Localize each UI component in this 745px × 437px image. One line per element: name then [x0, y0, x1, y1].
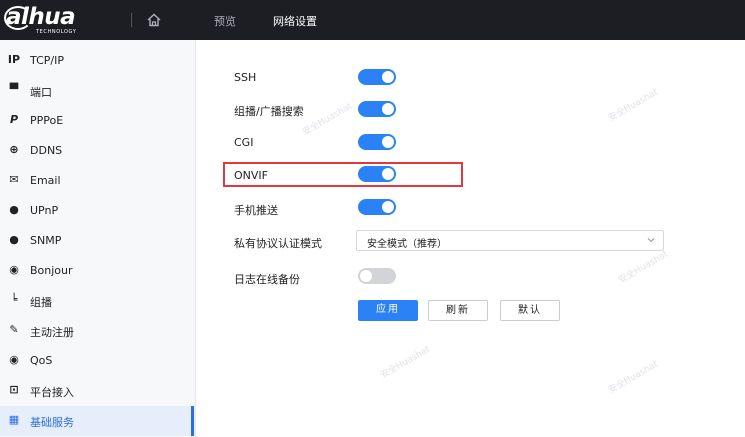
- onvif-label: ONVIF: [234, 169, 268, 182]
- sidebar-item-label: 平台接入: [30, 386, 74, 399]
- ssh-label: SSH: [234, 71, 257, 84]
- sidebar-item-ddns[interactable]: ⊕ DDNS: [0, 136, 196, 166]
- sidebar-item-label: 基础服务: [30, 416, 74, 429]
- sidebar-item-label: TCP/IP: [30, 54, 64, 67]
- grid-icon: ▦: [8, 413, 20, 426]
- default-button[interactable]: 默认: [500, 300, 560, 321]
- sidebar-item-label: DDNS: [30, 144, 63, 157]
- home-icon[interactable]: [146, 12, 162, 28]
- watermark-text: 安全Huashat: [606, 359, 660, 396]
- qos-icon: ◉: [9, 353, 19, 366]
- sidebar-item-label: 主动注册: [30, 326, 74, 339]
- ip-icon: IP: [7, 53, 21, 66]
- sidebar-item-qos[interactable]: ◉ QoS: [0, 346, 196, 376]
- sidebar-item-label: QoS: [30, 354, 53, 367]
- auth-mode-value: 安全模式（推荐）: [367, 239, 447, 250]
- cgi-toggle[interactable]: [358, 134, 396, 150]
- sidebar-item-label: Bonjour: [30, 264, 73, 277]
- sidebar-item-label: 端口: [30, 86, 52, 99]
- log-backup-toggle[interactable]: [358, 268, 396, 284]
- sidebar-item-basic-services[interactable]: ▦ 基础服务: [0, 406, 196, 436]
- cgi-label: CGI: [234, 136, 254, 149]
- sidebar-item-label: 组播: [30, 296, 52, 309]
- refresh-button[interactable]: 刷新: [428, 300, 488, 321]
- sidebar-item-pppoe[interactable]: P PPPoE: [0, 106, 196, 136]
- register-icon: ✎: [9, 323, 19, 336]
- sidebar-item-bonjour[interactable]: ◉ Bonjour: [0, 256, 196, 286]
- auth-mode-select[interactable]: 安全模式（推荐）: [356, 230, 664, 251]
- chevron-down-icon: [647, 238, 655, 243]
- auth-mode-label: 私有协议认证模式: [234, 237, 322, 250]
- log-backup-label: 日志在线备份: [234, 273, 300, 286]
- bonjour-icon: ◉: [9, 263, 19, 276]
- upnp-icon: ●: [9, 203, 19, 216]
- sidebar-item-upnp[interactable]: ● UPnP: [0, 196, 196, 226]
- sidebar-item-email[interactable]: ✉ Email: [0, 166, 196, 196]
- watermark-text: 安全Huashat: [606, 87, 660, 124]
- multicast-search-label: 组播/广播搜索: [234, 105, 304, 118]
- logo-text: alhua: [6, 4, 76, 30]
- toggle-knob: [382, 71, 394, 83]
- email-icon: ✉: [9, 173, 19, 186]
- multicast-search-toggle[interactable]: [358, 101, 396, 117]
- nav-preview[interactable]: 预览: [214, 13, 236, 29]
- main-panel: SSH 组播/广播搜索 CGI ONVIF 手机推送 私有协议认证模式 安全模式…: [197, 40, 745, 437]
- port-icon: ▀: [9, 83, 19, 96]
- sidebar-item-label: UPnP: [30, 204, 59, 217]
- snmp-icon: ●: [9, 233, 19, 246]
- sidebar-item-multicast[interactable]: ╘ 组播: [0, 286, 196, 316]
- watermark-text: 安全Huashat: [378, 344, 432, 381]
- sidebar-item-label: SNMP: [30, 234, 62, 247]
- sidebar: IP TCP/IP ▀ 端口 P PPPoE ⊕ DDNS ✉ Email ● …: [0, 40, 196, 437]
- toggle-knob: [382, 103, 394, 115]
- toggle-knob: [382, 136, 394, 148]
- ssh-toggle[interactable]: [358, 69, 396, 85]
- sidebar-item-tcpip[interactable]: IP TCP/IP: [0, 46, 196, 76]
- top-bar: alhua TECHNOLOGY 预览 网络设置: [0, 0, 745, 40]
- platform-icon: ⊡: [9, 383, 19, 396]
- logo-tagline: TECHNOLOGY: [36, 29, 77, 35]
- watermark-text: 安全Huashat: [300, 101, 354, 138]
- mobile-push-label: 手机推送: [234, 204, 278, 217]
- sidebar-item-snmp[interactable]: ● SNMP: [0, 226, 196, 256]
- toggle-knob: [382, 201, 394, 213]
- toggle-knob: [382, 168, 394, 180]
- active-indicator: [191, 406, 194, 436]
- mobile-push-toggle[interactable]: [358, 199, 396, 215]
- brand-logo: alhua TECHNOLOGY: [4, 4, 124, 36]
- sidebar-item-platform[interactable]: ⊡ 平台接入: [0, 376, 196, 406]
- sidebar-item-port[interactable]: ▀ 端口: [0, 76, 196, 106]
- onvif-toggle[interactable]: [358, 166, 396, 182]
- pppoe-icon: P: [9, 113, 19, 126]
- toggle-knob: [360, 270, 372, 282]
- watermark-text: 安全Huashat: [616, 249, 670, 286]
- sidebar-item-register[interactable]: ✎ 主动注册: [0, 316, 196, 346]
- globe-icon: ⊕: [9, 143, 19, 156]
- multicast-icon: ╘: [10, 293, 18, 306]
- header-divider: [131, 13, 132, 27]
- sidebar-item-label: PPPoE: [30, 114, 64, 127]
- sidebar-item-label: Email: [30, 174, 61, 187]
- apply-button[interactable]: 应用: [358, 300, 418, 321]
- nav-network-settings[interactable]: 网络设置: [273, 13, 317, 29]
